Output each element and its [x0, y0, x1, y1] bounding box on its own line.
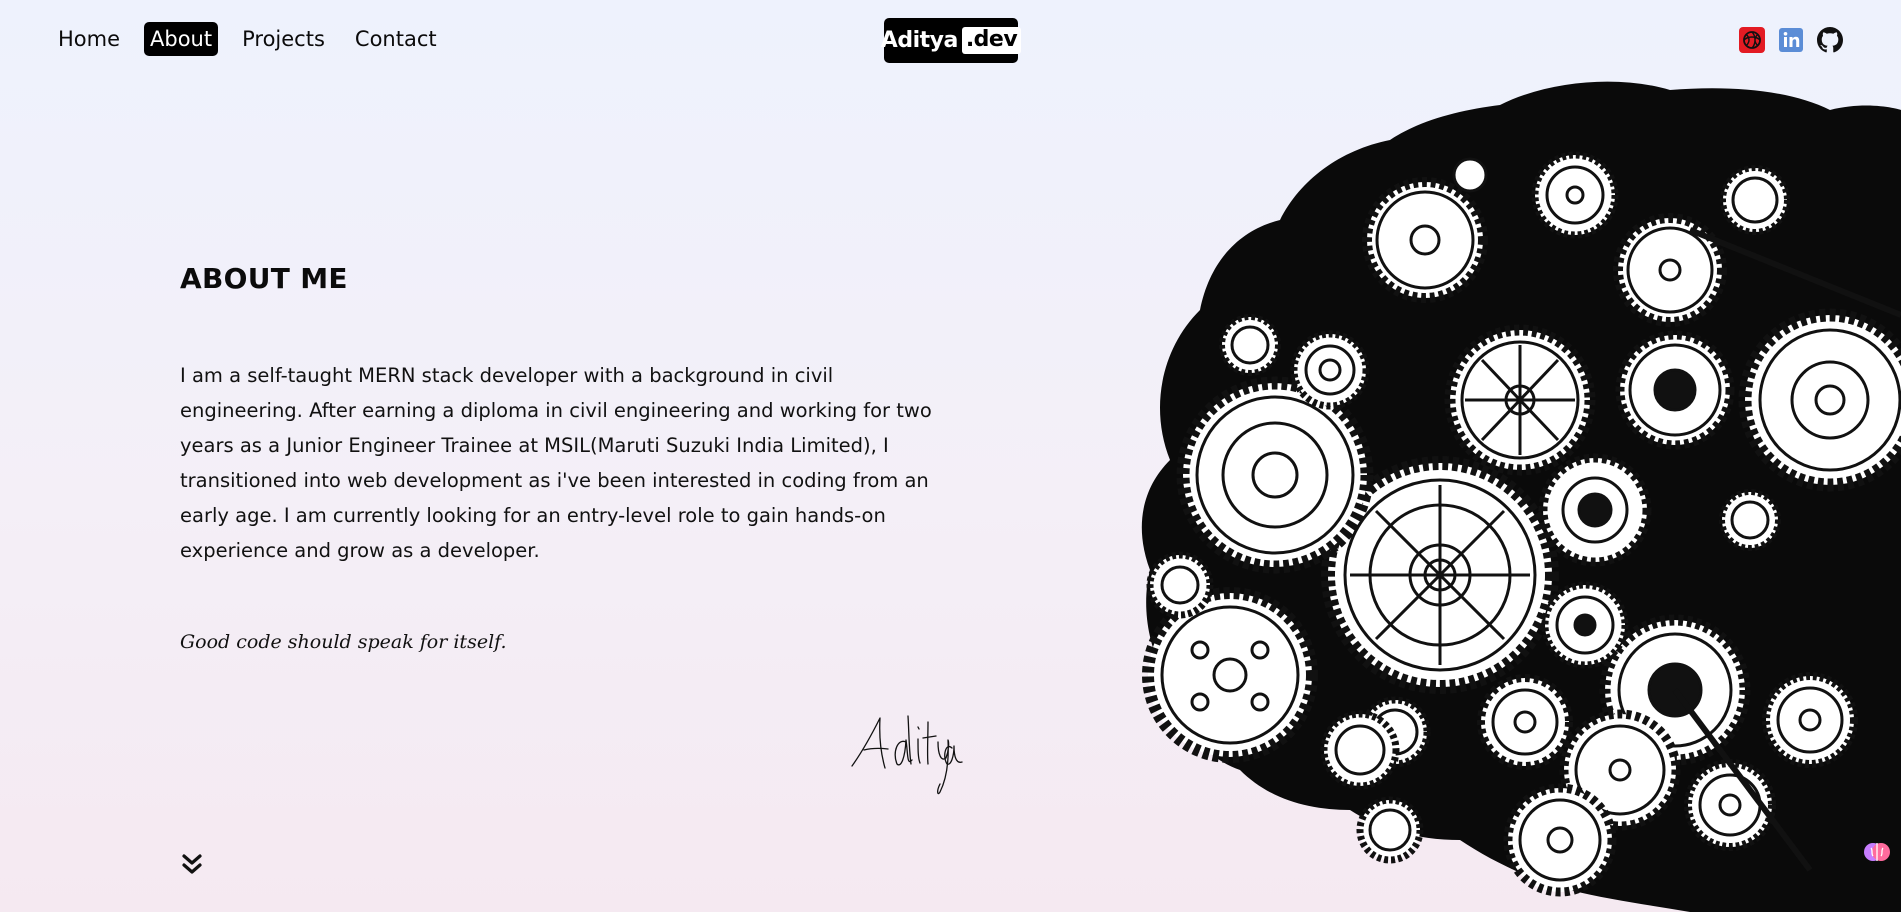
- brain-icon[interactable]: [1863, 838, 1891, 866]
- double-chevron-down-icon[interactable]: [180, 852, 204, 878]
- social-links: [1739, 27, 1843, 53]
- about-quote: Good code should speak for itself.: [180, 631, 507, 653]
- nav-contact-link[interactable]: Contact: [349, 22, 443, 56]
- signature: [851, 715, 963, 795]
- nav-about-link[interactable]: About: [144, 22, 219, 57]
- gear-brain-illustration: [1141, 81, 1901, 912]
- about-title: ABOUT ME: [180, 262, 348, 295]
- logo-suffix: .dev: [961, 27, 1022, 54]
- site-logo[interactable]: Aditya .dev: [880, 18, 1022, 63]
- about-bio: I am a self-taught MERN stack developer …: [180, 364, 932, 562]
- nav-projects-link[interactable]: Projects: [236, 22, 331, 56]
- main-nav: Home About Projects Contact: [52, 22, 451, 57]
- linkedin-icon[interactable]: [1778, 27, 1804, 53]
- logo-name: Aditya: [880, 28, 959, 53]
- github-icon[interactable]: [1817, 27, 1843, 53]
- spiral-logo-icon[interactable]: [1739, 27, 1765, 53]
- nav-home-link[interactable]: Home: [52, 22, 126, 56]
